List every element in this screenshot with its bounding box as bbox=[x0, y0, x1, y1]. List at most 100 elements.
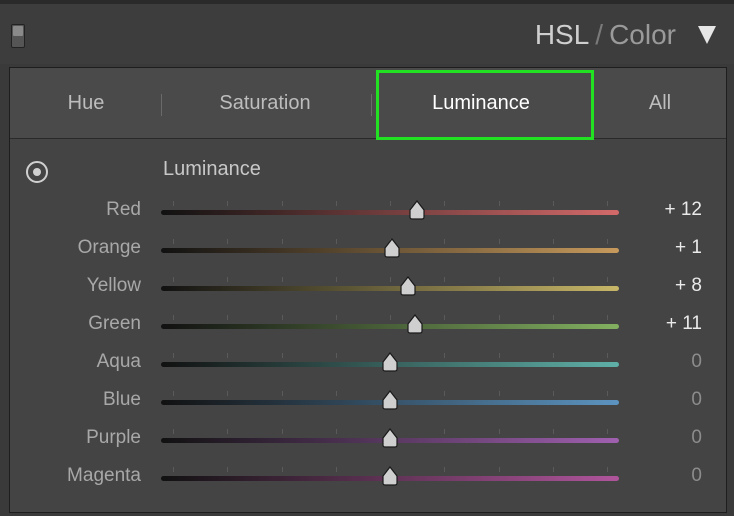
slider-label: Magenta bbox=[67, 465, 141, 486]
target-adjust-icon[interactable] bbox=[26, 161, 48, 183]
slider-track-red[interactable] bbox=[161, 210, 619, 215]
slider-tick bbox=[607, 277, 608, 282]
slider-tick bbox=[498, 429, 500, 434]
slider-value[interactable]: 0 bbox=[691, 351, 702, 373]
slider-tick bbox=[227, 467, 229, 472]
slider-tick bbox=[552, 201, 554, 206]
slider-tick bbox=[498, 315, 500, 320]
panel-title-color[interactable]: Color bbox=[609, 19, 676, 51]
slider-tick bbox=[227, 429, 229, 434]
slider-tick bbox=[607, 315, 608, 320]
slider-tick bbox=[335, 239, 337, 244]
slider-tick bbox=[335, 467, 337, 472]
slider-row-red: Red + 12 bbox=[10, 191, 726, 229]
slider-tick bbox=[390, 201, 391, 206]
slider-label: Green bbox=[88, 313, 141, 334]
slider-tick bbox=[281, 429, 283, 434]
slider-tick bbox=[173, 239, 174, 244]
tab-saturation[interactable]: Saturation bbox=[200, 68, 330, 138]
slider-tick bbox=[335, 429, 337, 434]
slider-tick bbox=[552, 315, 554, 320]
slider-label: Purple bbox=[86, 427, 141, 448]
slider-tick bbox=[281, 353, 283, 358]
slider-tick bbox=[607, 239, 608, 244]
slider-thumb-purple[interactable] bbox=[380, 428, 400, 448]
slider-tick bbox=[173, 315, 174, 320]
slider-thumb-blue[interactable] bbox=[380, 390, 400, 410]
slider-tick bbox=[390, 315, 391, 320]
slider-tick bbox=[281, 201, 283, 206]
slider-tick bbox=[444, 353, 446, 358]
tab-divider bbox=[161, 94, 162, 116]
slider-tick bbox=[281, 391, 283, 396]
slider-row-green: Green + 11 bbox=[10, 305, 726, 343]
slider-thumb-aqua[interactable] bbox=[380, 352, 400, 372]
slider-tick bbox=[173, 429, 174, 434]
slider-tick bbox=[173, 391, 174, 396]
panel-title: HSL / Color bbox=[535, 18, 716, 52]
triangle-down-icon[interactable] bbox=[698, 26, 716, 44]
slider-tick bbox=[498, 353, 500, 358]
slider-tick bbox=[607, 467, 608, 472]
slider-value[interactable]: + 8 bbox=[675, 275, 702, 297]
slider-tick bbox=[552, 239, 554, 244]
slider-track-yellow[interactable] bbox=[161, 286, 619, 291]
slider-label: Red bbox=[106, 199, 141, 220]
slider-label: Aqua bbox=[96, 351, 141, 372]
tab-hue[interactable]: Hue bbox=[34, 68, 138, 138]
slider-tick bbox=[552, 391, 554, 396]
slider-value[interactable]: + 11 bbox=[666, 313, 702, 335]
panel-switch-toggle[interactable] bbox=[11, 24, 25, 48]
slider-tick bbox=[552, 467, 554, 472]
slider-tick bbox=[335, 353, 337, 358]
slider-tick bbox=[227, 201, 229, 206]
slider-tick bbox=[390, 277, 391, 282]
slider-tick bbox=[444, 429, 446, 434]
slider-tick bbox=[552, 277, 554, 282]
slider-tick bbox=[335, 201, 337, 206]
slider-tick bbox=[335, 277, 337, 282]
slider-tick bbox=[281, 467, 283, 472]
slider-thumb-magenta[interactable] bbox=[380, 466, 400, 486]
slider-tick bbox=[498, 277, 500, 282]
panel-title-hsl[interactable]: HSL bbox=[535, 19, 589, 51]
slider-value[interactable]: + 1 bbox=[675, 237, 702, 259]
slider-tick bbox=[498, 391, 500, 396]
panel-title-separator: / bbox=[595, 19, 604, 50]
slider-tick bbox=[227, 353, 229, 358]
slider-value[interactable]: 0 bbox=[691, 389, 702, 411]
slider-tick bbox=[444, 467, 446, 472]
slider-thumb-green[interactable] bbox=[405, 314, 425, 334]
slider-tick bbox=[498, 467, 500, 472]
hsl-panel-body: Hue Saturation Luminance All Luminance R… bbox=[9, 67, 727, 513]
slider-tick bbox=[552, 353, 554, 358]
slider-tick bbox=[173, 277, 174, 282]
slider-tick bbox=[227, 315, 229, 320]
slider-thumb-red[interactable] bbox=[407, 200, 427, 220]
slider-tick bbox=[607, 201, 608, 206]
slider-value[interactable]: 0 bbox=[691, 427, 702, 449]
slider-thumb-orange[interactable] bbox=[382, 238, 402, 258]
slider-track-green[interactable] bbox=[161, 324, 619, 329]
slider-tick bbox=[227, 391, 229, 396]
slider-row-purple: Purple 0 bbox=[10, 419, 726, 457]
slider-tick bbox=[335, 391, 337, 396]
slider-value[interactable]: 0 bbox=[691, 465, 702, 487]
slider-tick bbox=[444, 277, 446, 282]
tab-all[interactable]: All bbox=[620, 68, 700, 138]
tab-divider bbox=[371, 94, 372, 116]
section-title: Luminance bbox=[163, 158, 261, 180]
slider-label: Orange bbox=[77, 237, 141, 258]
panel-header[interactable]: HSL / Color bbox=[0, 4, 734, 64]
slider-row-magenta: Magenta 0 bbox=[10, 457, 726, 495]
slider-tick bbox=[335, 315, 337, 320]
slider-thumb-yellow[interactable] bbox=[398, 276, 418, 296]
slider-value[interactable]: + 12 bbox=[664, 199, 702, 221]
slider-tick bbox=[227, 239, 229, 244]
slider-tick bbox=[607, 429, 608, 434]
hsl-tab-bar: Hue Saturation Luminance All bbox=[10, 68, 726, 139]
slider-tick bbox=[173, 353, 174, 358]
slider-tick bbox=[444, 315, 446, 320]
slider-tick bbox=[444, 201, 446, 206]
slider-tick bbox=[281, 315, 283, 320]
